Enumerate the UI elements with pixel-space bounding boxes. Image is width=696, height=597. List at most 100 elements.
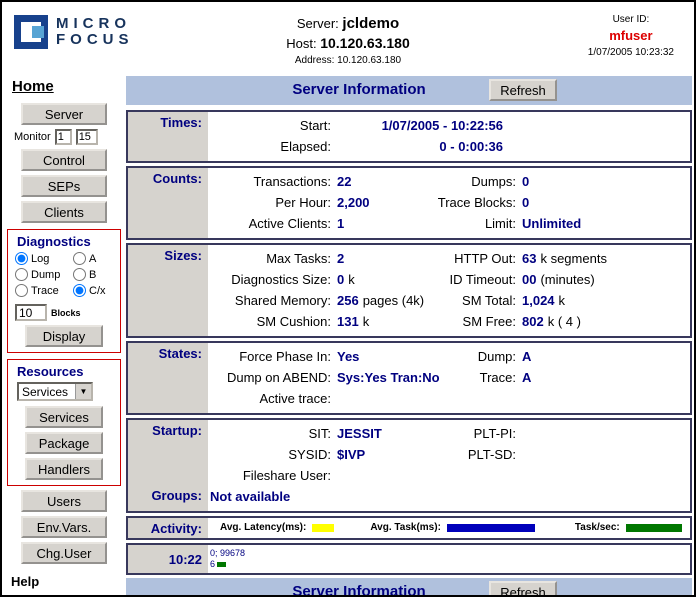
control-button[interactable]: Control (21, 149, 107, 171)
trace-blocks-value: 0 (522, 195, 529, 210)
times-section: Times: Start: 1/07/2005 - 10:22:56 Elaps… (126, 110, 692, 163)
active-trace-label: Active trace: (208, 388, 331, 409)
radio-trace[interactable]: Trace (15, 284, 73, 297)
radio-cx-input[interactable] (73, 284, 86, 297)
user-info: User ID: mfuser 1/07/2005 10:23:32 (588, 14, 674, 58)
radio-dump[interactable]: Dump (15, 268, 73, 281)
refresh-button-bottom[interactable]: Refresh (489, 581, 557, 597)
monitor-count-input[interactable] (76, 129, 98, 145)
clients-button[interactable]: Clients (21, 201, 107, 223)
radio-b-label: B (89, 269, 96, 281)
times-line: Start: 1/07/2005 - 10:22:56 (208, 115, 690, 136)
package-button[interactable]: Package (25, 432, 103, 454)
id-timeout-value: 00 (522, 272, 536, 287)
user-id-label: User ID: (588, 14, 674, 25)
diagnostics-size-label: Diagnostics Size: (208, 269, 331, 290)
sizes-line: Max Tasks: 2 HTTP Out: 63k segments (208, 248, 690, 269)
users-button[interactable]: Users (21, 490, 107, 512)
menu-link[interactable]: Menu (11, 593, 44, 597)
max-tasks-value: 2 (337, 251, 344, 266)
sm-free-label: SM Free: (423, 311, 516, 332)
sm-total-label: SM Total: (423, 290, 516, 311)
id-timeout-label: ID Timeout: (423, 269, 516, 290)
startup-line: Fileshare User: (208, 465, 690, 486)
radio-cx-label: C/x (89, 285, 106, 297)
sizes-row-label: Sizes: (128, 245, 208, 336)
radio-cx[interactable]: C/x (73, 284, 120, 297)
server-label: Server: (297, 16, 339, 31)
elapsed-value: 0 - 0:00:36 (439, 139, 503, 154)
home-link[interactable]: Home (12, 78, 54, 95)
force-phase-in-value: Yes (337, 349, 359, 364)
task-sec-legend-label: Task/sec: (575, 522, 620, 533)
radio-dump-input[interactable] (15, 268, 28, 281)
radio-a[interactable]: A (73, 252, 120, 265)
avg-task-legend-label: Avg. Task(ms): (370, 522, 441, 533)
radio-b[interactable]: B (73, 268, 120, 281)
dumps-value: 0 (522, 174, 529, 189)
per-hour-label: Per Hour: (208, 192, 331, 213)
states-section: States: Force Phase In: Yes Dump: A Dump… (126, 341, 692, 415)
seps-button[interactable]: SEPs (21, 175, 107, 197)
startup-line: SIT: JESSIT PLT-PI: (208, 423, 690, 444)
http-out-value: 63 (522, 251, 536, 266)
server-info-header: Server: jcldemo Host: 10.120.63.180 Addr… (286, 15, 410, 66)
sit-label: SIT: (208, 423, 331, 444)
display-button[interactable]: Display (25, 325, 103, 347)
radio-trace-label: Trace (31, 285, 59, 297)
chg-user-button[interactable]: Chg.User (21, 542, 107, 564)
sm-cushion-label: SM Cushion: (208, 311, 331, 332)
radio-a-input[interactable] (73, 252, 86, 265)
radio-a-label: A (89, 253, 96, 265)
monitor-interval-input[interactable] (55, 129, 72, 145)
app-window: MICRO FOCUS Server: jcldemo Host: 10.120… (0, 0, 696, 597)
activity-legend: Avg. Latency(ms): Avg. Task(ms): Task/se… (208, 518, 690, 538)
limit-value: Unlimited (522, 216, 581, 231)
radio-b-input[interactable] (73, 268, 86, 281)
active-clients-label: Active Clients: (208, 213, 331, 234)
states-line: Active trace: (208, 388, 690, 409)
radio-trace-input[interactable] (15, 284, 28, 297)
services-button[interactable]: Services (25, 406, 103, 428)
radio-log[interactable]: Log (15, 252, 73, 265)
server-button[interactable]: Server (21, 103, 107, 125)
plt-pi-label: PLT-PI: (423, 423, 516, 444)
radio-log-input[interactable] (15, 252, 28, 265)
address-line: Address: 10.120.63.180 (286, 55, 410, 66)
trace-blocks-label: Trace Blocks: (423, 192, 516, 213)
counts-line: Per Hour: 2,200 Trace Blocks: 0 (208, 192, 690, 213)
user-id-value: mfuser (588, 28, 674, 43)
server-name: jcldemo (342, 15, 399, 32)
blocks-input[interactable] (15, 304, 47, 321)
plt-sd-label: PLT-SD: (423, 444, 516, 465)
top-title-bar: Server Information Refresh (126, 76, 692, 105)
bottom-title-bar: Server Information Refresh (126, 578, 692, 597)
dump-on-abend-label: Dump on ABEND: (208, 367, 331, 388)
resources-select[interactable]: Services ▼ (17, 382, 93, 401)
elapsed-label: Elapsed: (208, 136, 331, 157)
latency-legend-label: Avg. Latency(ms): (220, 522, 306, 533)
counts-row-label: Counts: (128, 168, 208, 238)
resources-title: Resources (17, 364, 120, 379)
header-timestamp: 1/07/2005 10:23:32 (588, 47, 674, 58)
env-vars-button[interactable]: Env.Vars. (21, 516, 107, 538)
main-content: Server Information Refresh Times: Start:… (126, 72, 692, 597)
sizes-section: Sizes: Max Tasks: 2 HTTP Out: 63k segmen… (126, 243, 692, 338)
refresh-button-top[interactable]: Refresh (489, 79, 557, 101)
chevron-down-icon[interactable]: ▼ (75, 384, 91, 399)
max-tasks-label: Max Tasks: (208, 248, 331, 269)
sysid-label: SYSID: (208, 444, 331, 465)
logo-line-2: FOCUS (56, 32, 134, 48)
dumps-label: Dumps: (423, 171, 516, 192)
task-sec-mini-bar (217, 562, 226, 567)
start-label: Start: (208, 115, 331, 136)
fileshare-user-label: Fileshare User: (208, 465, 331, 486)
shared-memory-label: Shared Memory: (208, 290, 331, 311)
times-row-label: Times: (128, 112, 208, 161)
transactions-value: 22 (337, 174, 351, 189)
handlers-button[interactable]: Handlers (25, 458, 103, 480)
monitor-label: Monitor (14, 131, 51, 143)
sizes-line: Shared Memory: 256pages (4k) SM Total: 1… (208, 290, 690, 311)
sizes-line: SM Cushion: 131k SM Free: 802k ( 4 ) (208, 311, 690, 332)
force-phase-in-label: Force Phase In: (208, 346, 331, 367)
